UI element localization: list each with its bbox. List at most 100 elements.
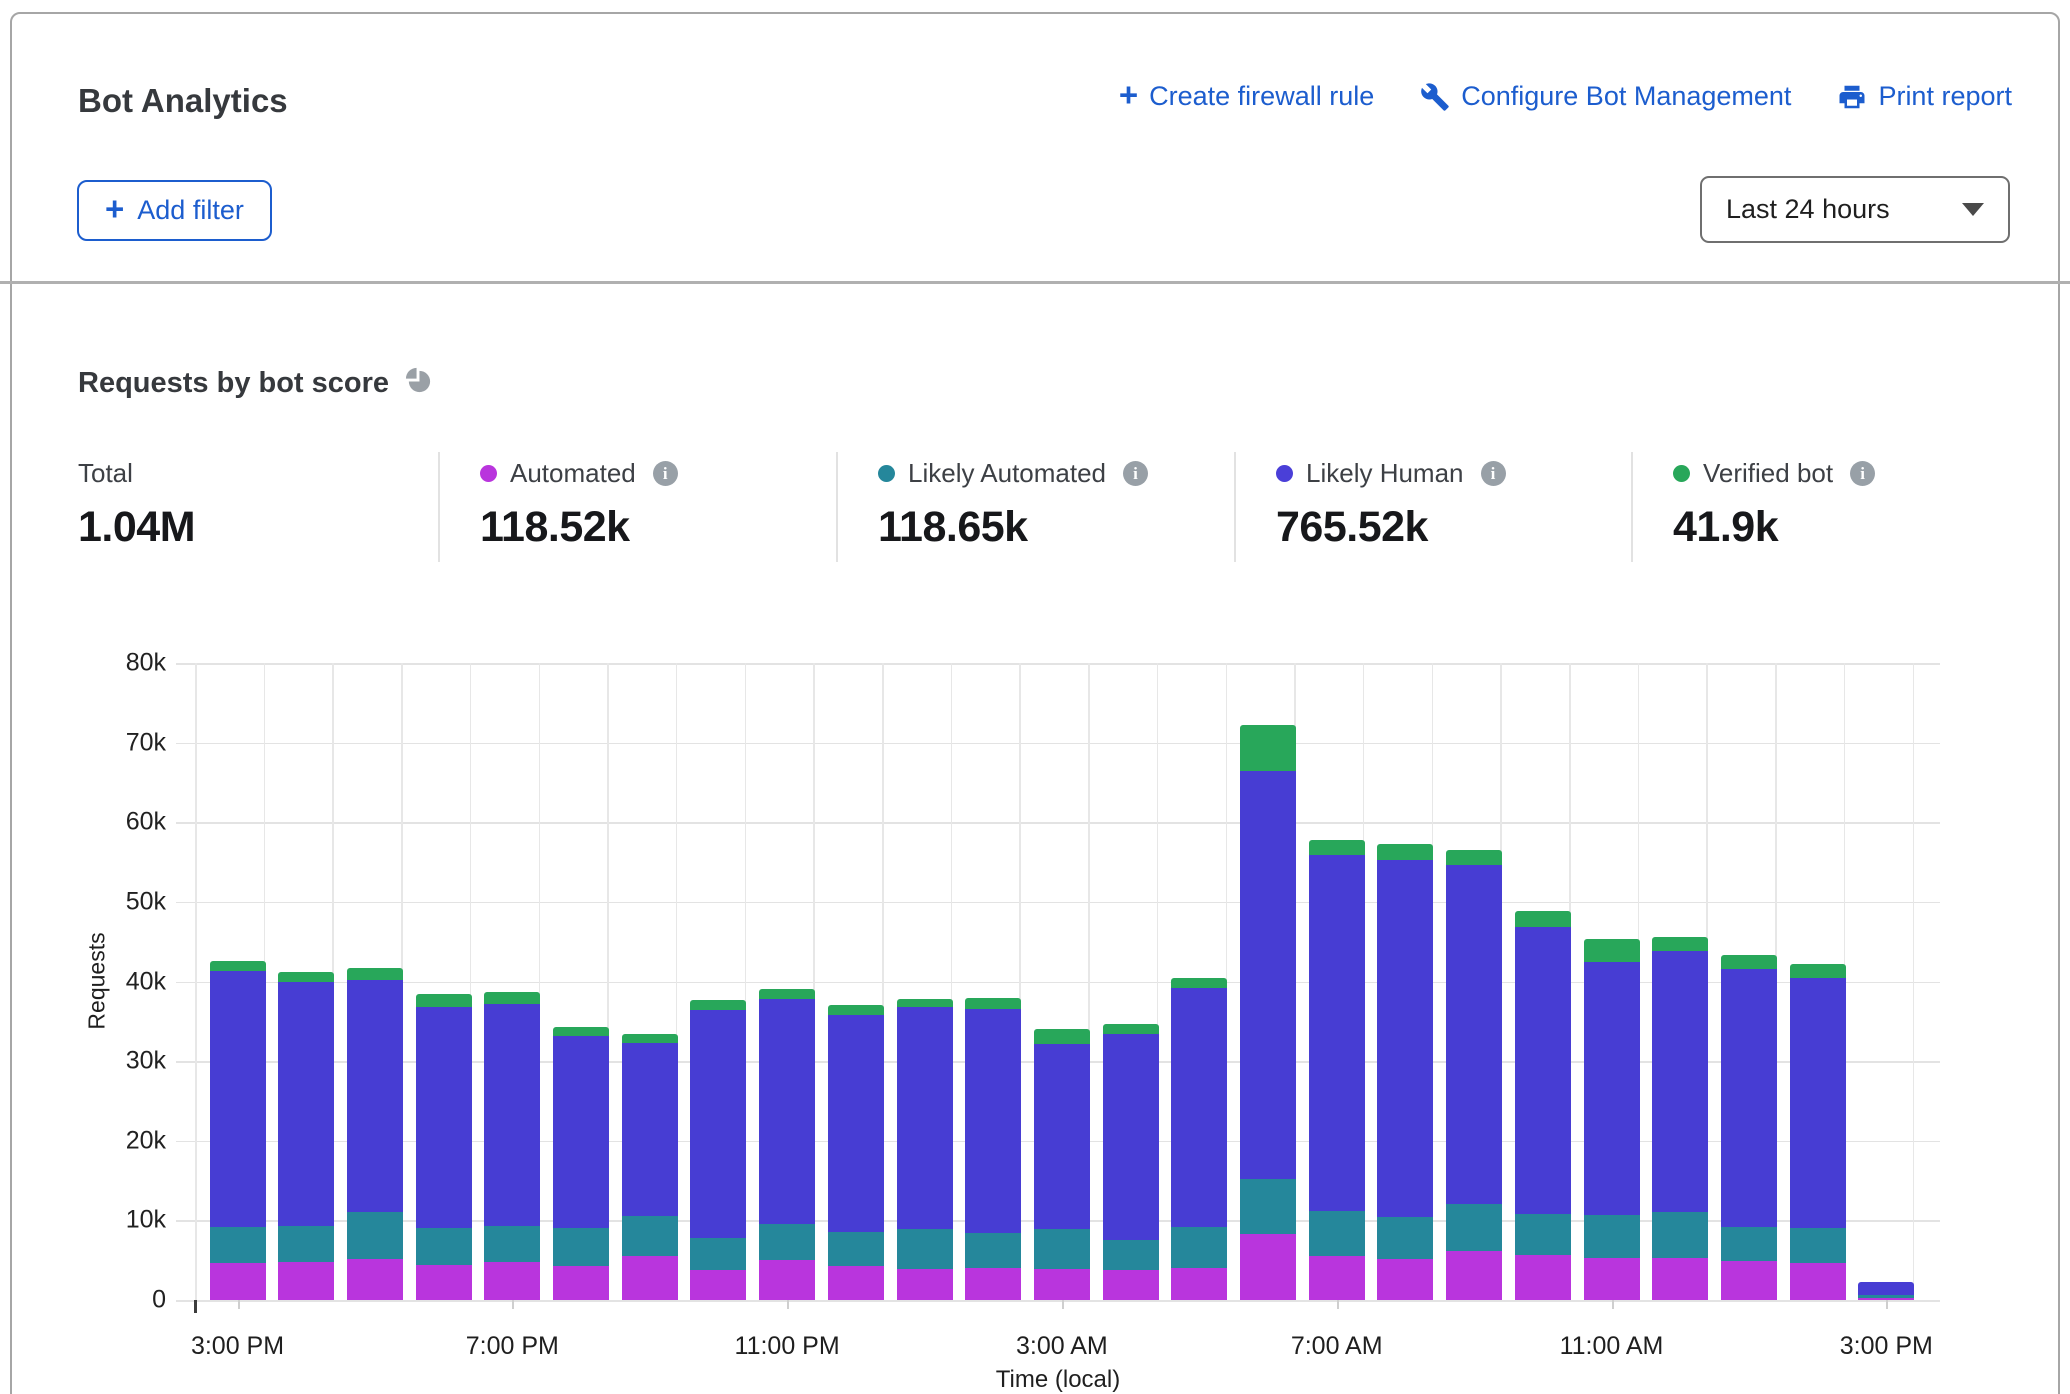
x-axis-tick bbox=[1612, 1300, 1614, 1309]
stat-likely-human-value: 765.52k bbox=[1276, 503, 1631, 552]
page-title: Bot Analytics bbox=[78, 82, 288, 120]
bar-segment-likely-human bbox=[1171, 988, 1227, 1227]
bar-column[interactable] bbox=[553, 1027, 609, 1300]
plus-icon: + bbox=[1119, 78, 1138, 111]
bar-segment-likely-automated bbox=[1584, 1215, 1640, 1258]
bar-column[interactable] bbox=[965, 998, 1021, 1300]
bar-segment-likely-human bbox=[347, 980, 403, 1213]
y-tick-label: 30k bbox=[60, 1047, 166, 1076]
gridline-horizontal bbox=[176, 822, 1940, 824]
bar-column[interactable] bbox=[1858, 1282, 1914, 1300]
x-tick-label: 7:00 PM bbox=[466, 1332, 559, 1361]
bar-segment-automated bbox=[553, 1266, 609, 1300]
time-range-dropdown[interactable]: Last 24 hours bbox=[1700, 176, 2010, 243]
bar-segment-likely-automated bbox=[1652, 1212, 1708, 1257]
y-tick-label: 0 bbox=[60, 1286, 166, 1315]
add-filter-button[interactable]: + Add filter bbox=[77, 180, 272, 241]
x-axis-tick bbox=[787, 1300, 789, 1309]
bar-column[interactable] bbox=[828, 1005, 884, 1300]
bar-column[interactable] bbox=[897, 999, 953, 1300]
info-icon[interactable]: i bbox=[653, 461, 678, 486]
bar-column[interactable] bbox=[1103, 1024, 1159, 1300]
y-tick-label: 70k bbox=[60, 728, 166, 757]
bar-segment-likely-human bbox=[1034, 1044, 1090, 1230]
bar-segment-likely-human bbox=[484, 1004, 540, 1226]
info-icon[interactable]: i bbox=[1481, 461, 1506, 486]
bar-segment-likely-automated bbox=[759, 1224, 815, 1260]
bar-column[interactable] bbox=[210, 961, 266, 1300]
gridline-horizontal bbox=[176, 743, 1940, 745]
bar-column[interactable] bbox=[347, 968, 403, 1300]
bar-segment-verified-bot bbox=[1309, 840, 1365, 855]
bar-segment-automated bbox=[622, 1256, 678, 1300]
bar-segment-automated bbox=[347, 1259, 403, 1300]
bar-segment-likely-human bbox=[759, 999, 815, 1224]
header-actions: + Create firewall rule Configure Bot Man… bbox=[1119, 80, 2012, 113]
bar-column[interactable] bbox=[1515, 911, 1571, 1300]
bar-column[interactable] bbox=[622, 1034, 678, 1300]
bar-column[interactable] bbox=[1171, 978, 1227, 1300]
bar-segment-automated bbox=[1652, 1258, 1708, 1300]
x-axis-tick bbox=[1886, 1300, 1888, 1309]
bar-segment-likely-human bbox=[1652, 951, 1708, 1212]
bar-segment-likely-automated bbox=[1790, 1228, 1846, 1263]
bar-column[interactable] bbox=[1721, 955, 1777, 1300]
bar-segment-verified-bot bbox=[278, 972, 334, 982]
bar-column[interactable] bbox=[1584, 939, 1640, 1300]
y-tick-label: 50k bbox=[60, 887, 166, 916]
bar-segment-likely-human bbox=[210, 971, 266, 1227]
bar-segment-automated bbox=[210, 1263, 266, 1300]
bar-segment-likely-human bbox=[1309, 855, 1365, 1211]
x-axis-tick bbox=[1062, 1300, 1064, 1309]
bar-segment-automated bbox=[278, 1262, 334, 1300]
info-icon[interactable]: i bbox=[1123, 461, 1148, 486]
bar-segment-likely-human bbox=[622, 1043, 678, 1216]
info-icon[interactable]: i bbox=[1850, 461, 1875, 486]
x-axis-title: Time (local) bbox=[996, 1366, 1120, 1394]
bar-segment-automated bbox=[965, 1268, 1021, 1300]
configure-bot-management-link[interactable]: Configure Bot Management bbox=[1420, 81, 1791, 112]
bar-column[interactable] bbox=[1034, 1029, 1090, 1300]
section-title: Requests by bot score bbox=[78, 367, 389, 400]
bar-segment-automated bbox=[1034, 1269, 1090, 1300]
bar-segment-likely-automated bbox=[1103, 1240, 1159, 1270]
bar-column[interactable] bbox=[759, 989, 815, 1300]
bar-segment-likely-automated bbox=[1240, 1179, 1296, 1234]
pie-chart-icon bbox=[404, 366, 433, 400]
y-tick-label: 10k bbox=[60, 1206, 166, 1235]
bar-column[interactable] bbox=[1446, 850, 1502, 1300]
bar-segment-automated bbox=[759, 1260, 815, 1300]
bar-segment-likely-automated bbox=[1171, 1227, 1227, 1268]
x-tick-label: 11:00 AM bbox=[1560, 1332, 1664, 1361]
bar-segment-automated bbox=[1309, 1256, 1365, 1300]
bar-segment-verified-bot bbox=[1034, 1029, 1090, 1043]
bar-segment-likely-human bbox=[278, 982, 334, 1226]
gridline-horizontal bbox=[176, 663, 1940, 665]
y-tick-label: 20k bbox=[60, 1126, 166, 1155]
bar-column[interactable] bbox=[1652, 937, 1708, 1300]
bar-segment-likely-automated bbox=[278, 1226, 334, 1262]
bar-column[interactable] bbox=[484, 992, 540, 1300]
bar-column[interactable] bbox=[278, 972, 334, 1300]
bar-column[interactable] bbox=[1309, 840, 1365, 1300]
wrench-icon bbox=[1420, 82, 1450, 112]
bar-column[interactable] bbox=[416, 994, 472, 1300]
bar-segment-verified-bot bbox=[1103, 1024, 1159, 1034]
bar-segment-automated bbox=[1103, 1270, 1159, 1300]
bar-segment-likely-human bbox=[965, 1009, 1021, 1234]
bar-segment-likely-human bbox=[1858, 1282, 1914, 1296]
bar-segment-verified-bot bbox=[897, 999, 953, 1007]
create-firewall-rule-link[interactable]: + Create firewall rule bbox=[1119, 80, 1374, 113]
bar-column[interactable] bbox=[1377, 844, 1433, 1300]
bar-column[interactable] bbox=[1240, 725, 1296, 1300]
bar-segment-automated bbox=[484, 1262, 540, 1300]
bar-segment-verified-bot bbox=[759, 989, 815, 999]
bar-segment-likely-human bbox=[416, 1007, 472, 1228]
bar-column[interactable] bbox=[1790, 964, 1846, 1300]
bar-segment-likely-human bbox=[1240, 771, 1296, 1179]
bar-segment-likely-human bbox=[1377, 860, 1433, 1218]
bar-column[interactable] bbox=[690, 1000, 746, 1300]
gridline-horizontal bbox=[176, 1300, 1940, 1302]
bar-segment-likely-automated bbox=[1446, 1204, 1502, 1250]
print-report-link[interactable]: Print report bbox=[1837, 81, 2012, 112]
